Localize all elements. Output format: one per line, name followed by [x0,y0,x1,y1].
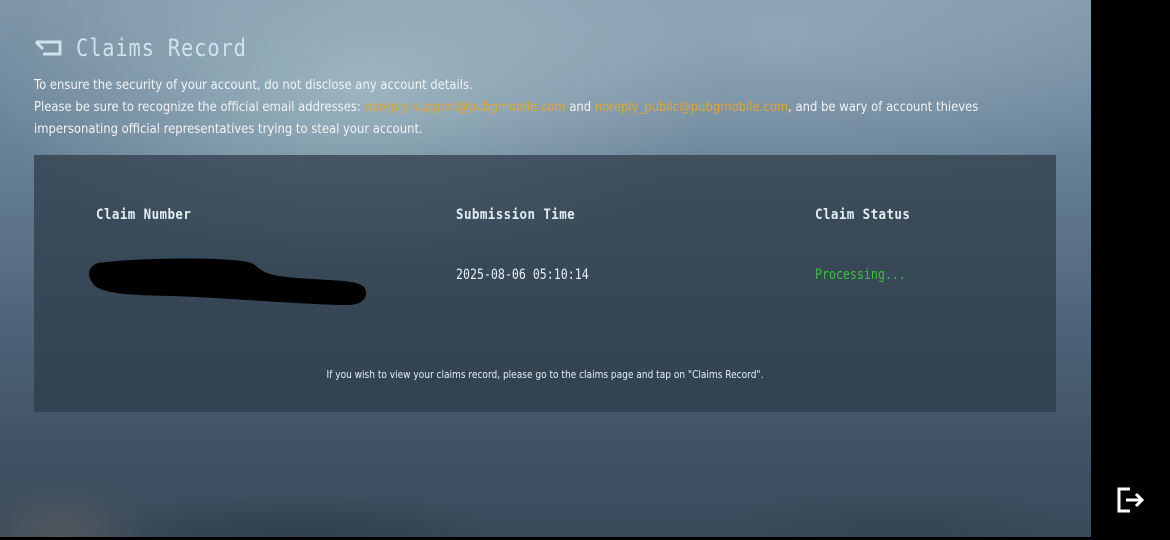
claims-table-panel: Claim Number Submission Time Claim Statu… [34,155,1056,412]
header-submission-time: Submission Time [456,207,576,223]
background-scene: Claims Record To ensure the security of … [0,0,1091,537]
security-notice: To ensure the security of your account, … [34,74,1045,140]
header-claim-number: Claim Number [96,207,192,223]
notice-line-1: To ensure the security of your account, … [34,77,473,93]
submission-time-cell: 2025-08-06 05:10:14 [456,267,589,283]
notice-prefix: Please be sure to recognize the official… [34,99,365,115]
exit-icon[interactable] [1116,486,1146,514]
back-arrow-icon[interactable] [34,37,64,59]
page-title: Claims Record [76,34,247,62]
redacted-claim-number [89,258,367,305]
notice-and: and [565,99,595,115]
notice-line-2: Please be sure to recognize the official… [34,96,1045,140]
official-email-2: noreply_public@pubgmobile.com [594,99,789,115]
official-email-1: noreply-support@pubgmobile.com [364,99,566,115]
right-side-bar [1091,0,1170,540]
header: Claims Record [34,34,277,62]
claim-status-cell: Processing... [815,267,906,283]
claims-footer-note: If you wish to view your claims record, … [326,368,764,381]
header-claim-status: Claim Status [815,207,911,223]
